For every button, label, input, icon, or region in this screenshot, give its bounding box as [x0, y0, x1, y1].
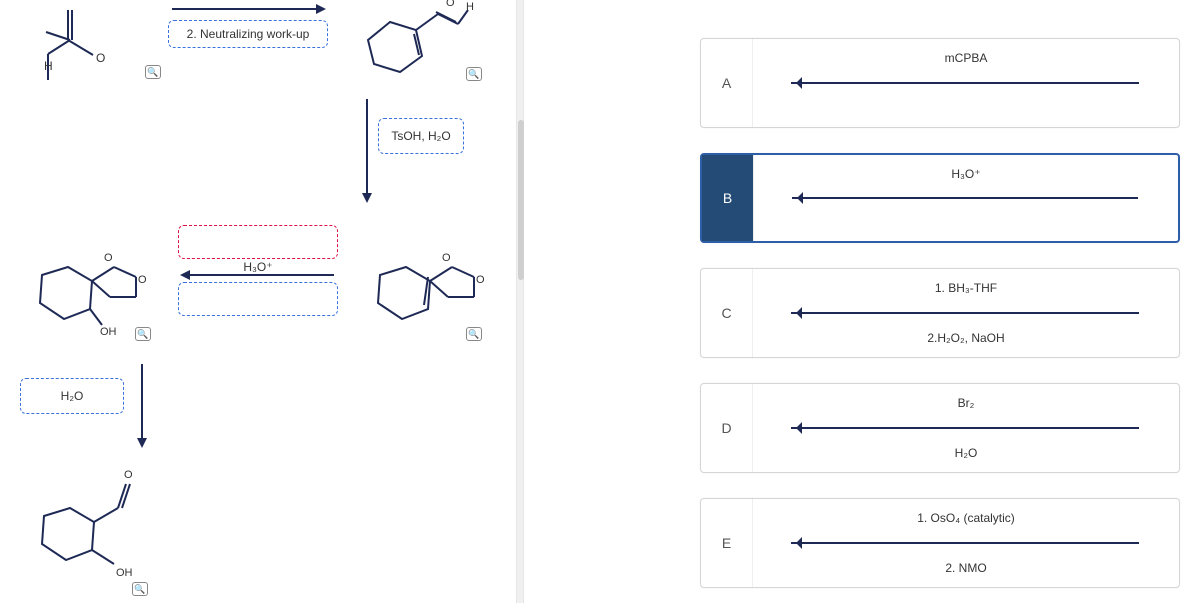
reagent-slot-top[interactable] — [178, 225, 338, 259]
option-b[interactable]: B H₃O⁺ — [700, 153, 1180, 243]
option-letter: A — [701, 39, 753, 127]
option-e[interactable]: E 1. OsO₄ (catalytic) 2. NMO — [700, 498, 1180, 588]
h-label: H — [466, 1, 474, 13]
o-label: O — [138, 274, 147, 286]
option-reagent-top: H₃O⁺ — [754, 167, 1178, 181]
o-label: O — [96, 51, 105, 65]
o-label: O — [442, 252, 451, 264]
option-a[interactable]: A mCPBA — [700, 38, 1180, 128]
zoom-structure-3[interactable]: 🔍 — [135, 327, 151, 341]
option-reagent-top: Br₂ — [753, 396, 1179, 410]
option-arrow — [791, 312, 1139, 314]
tsoh-label: TsOH, H₂O — [391, 129, 450, 143]
step-2-label-box[interactable]: 2. Neutralizing work-up — [168, 20, 328, 48]
option-d[interactable]: D Br₂ H₂O — [700, 383, 1180, 473]
step-arrow-top — [168, 0, 328, 18]
step-2-label: 2. Neutralizing work-up — [187, 27, 310, 41]
down-arrow-tsoh — [358, 95, 376, 205]
o-label: O — [446, 0, 455, 9]
zoom-structure-1[interactable]: 🔍 — [145, 65, 161, 79]
down-arrow-h2o — [133, 360, 151, 450]
option-letter: D — [701, 384, 753, 472]
option-arrow — [792, 197, 1138, 199]
structure-top-left: H O — [18, 0, 138, 90]
reagent-slot-bottom[interactable] — [178, 282, 338, 316]
option-body: H₃O⁺ — [754, 155, 1178, 241]
scroll-thumb[interactable] — [518, 120, 524, 280]
option-body: mCPBA — [753, 39, 1179, 127]
h2o-label: H₂O — [61, 389, 84, 403]
option-arrow — [791, 82, 1139, 84]
o-label: O — [104, 252, 113, 264]
option-arrow — [791, 427, 1139, 429]
oh-label: OH — [116, 567, 133, 579]
o-label: O — [124, 469, 133, 481]
option-reagent-bottom: 2.H₂O₂, NaOH — [753, 331, 1179, 345]
option-reagent-top: mCPBA — [753, 51, 1179, 65]
option-reagent-top: 1. OsO₄ (catalytic) — [753, 511, 1179, 525]
option-c[interactable]: C 1. BH₃-THF 2.H₂O₂, NaOH — [700, 268, 1180, 358]
option-letter: C — [701, 269, 753, 357]
option-body: Br₂ H₂O — [753, 384, 1179, 472]
h-label: H — [44, 59, 53, 73]
option-reagent-bottom: 2. NMO — [753, 561, 1179, 575]
structure-bottom-left: O OH — [14, 460, 164, 590]
zoom-structure-4[interactable]: 🔍 — [466, 327, 482, 341]
option-arrow — [791, 542, 1139, 544]
oh-label: OH — [100, 326, 117, 338]
h2o-reagent-box[interactable]: H₂O — [20, 378, 124, 414]
tsoh-reagent-box[interactable]: TsOH, H₂O — [378, 118, 464, 154]
o-label: O — [476, 274, 485, 286]
option-reagent-top: 1. BH₃-THF — [753, 281, 1179, 295]
option-reagent-bottom: H₂O — [753, 446, 1179, 460]
zoom-structure-2[interactable]: 🔍 — [466, 67, 482, 81]
left-scrollbar[interactable] — [516, 0, 524, 603]
zoom-structure-5[interactable]: 🔍 — [132, 582, 148, 596]
option-letter: B — [702, 155, 754, 241]
back-arrow-mid — [178, 268, 338, 282]
option-body: 1. OsO₄ (catalytic) 2. NMO — [753, 499, 1179, 587]
option-letter: E — [701, 499, 753, 587]
option-body: 1. BH₃-THF 2.H₂O₂, NaOH — [753, 269, 1179, 357]
